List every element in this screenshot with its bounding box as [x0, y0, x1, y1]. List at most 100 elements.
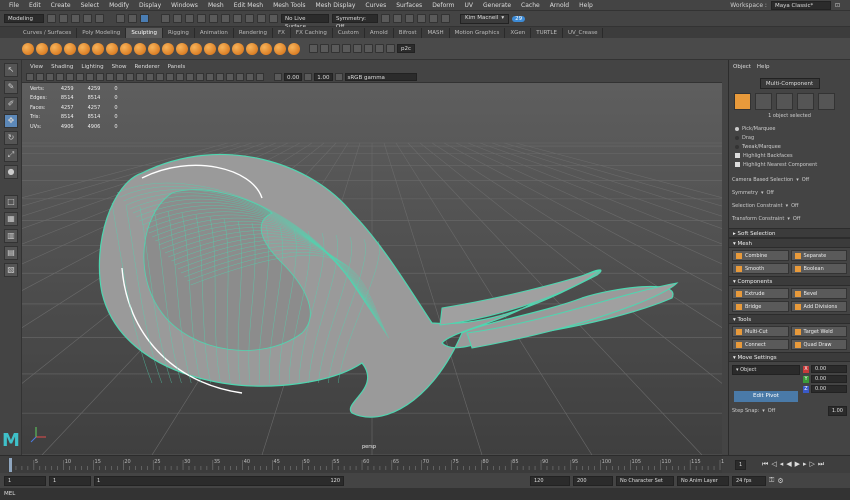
pick-marquee-option[interactable]: Pick/Marquee [735, 124, 850, 133]
mask-icon-2[interactable] [173, 14, 182, 23]
shelf-tab-custom[interactable]: Custom [333, 28, 365, 38]
quad-draw-button[interactable]: Quad Draw [790, 339, 847, 350]
menu-display[interactable]: Display [134, 2, 166, 9]
viewport-menu-show[interactable]: Show [108, 64, 131, 70]
viewport-menu-shading[interactable]: Shading [47, 64, 77, 70]
boolean-button[interactable]: Boolean [790, 263, 847, 274]
sculpt-brush-icon[interactable] [232, 42, 244, 55]
vertex-mode-icon[interactable] [755, 93, 772, 110]
file-save-icon[interactable] [71, 14, 80, 23]
auto-key-icon[interactable]: ⚿ [769, 476, 774, 485]
go-to-start-icon[interactable]: ⏮ [762, 460, 768, 469]
components-section-header[interactable]: ▾ Components [729, 276, 850, 286]
sculpt-brush-icon[interactable] [148, 42, 160, 55]
y-field[interactable]: 0.00 [811, 375, 847, 383]
command-line[interactable]: MEL [0, 488, 850, 500]
playback-end-field[interactable]: 120 [530, 475, 570, 486]
sculpt-tool-icon[interactable] [320, 44, 329, 53]
aa-icon[interactable] [206, 72, 214, 81]
end-time-field[interactable]: 200 [573, 475, 613, 486]
symmetry-dropdown[interactable]: Symmetry: Off [332, 14, 378, 30]
sculpt-brush-icon[interactable] [218, 42, 230, 55]
graph-view-icon[interactable]: ▤ [4, 246, 18, 260]
highlight-backfaces-checkbox[interactable]: Highlight Backfaces [735, 151, 850, 160]
fps-dropdown[interactable]: 24 fps [732, 475, 766, 486]
menu-uv[interactable]: UV [460, 2, 479, 9]
hypershade-icon[interactable] [429, 14, 438, 23]
play-backward-icon[interactable]: ◀ [786, 460, 791, 469]
camera-based-selection-row[interactable]: Camera Based Selection ▾ Off [732, 173, 850, 186]
move-tool-icon[interactable]: ✥ [4, 114, 18, 128]
sculpt-brush-icon[interactable] [190, 42, 202, 55]
ao-icon[interactable] [196, 72, 204, 81]
prefs-icon[interactable]: ⚙ [777, 477, 783, 485]
image-plane-icon[interactable] [56, 72, 64, 81]
viewport-persp[interactable] [22, 83, 722, 455]
camera-icon[interactable] [26, 72, 34, 81]
snap-plane-icon[interactable] [245, 14, 254, 23]
bookmark-icon[interactable] [46, 72, 54, 81]
shelf-tab-uv-crease[interactable]: UV_Crease [563, 28, 604, 38]
start-time-field[interactable]: 1 [4, 475, 46, 486]
shelf-tab-animation[interactable]: Animation [195, 28, 234, 38]
four-view-icon[interactable]: ▦ [4, 212, 18, 226]
live-surface-field[interactable]: No Live Surface [281, 14, 329, 30]
scale-tool-icon[interactable]: ⤢ [4, 148, 18, 162]
face-mode-icon[interactable] [797, 93, 814, 110]
smooth-shade-icon[interactable] [146, 72, 154, 81]
step-snap-row[interactable]: Step Snap: ▾ Off 1.00 [729, 402, 850, 416]
paint-select-tool-icon[interactable]: ✐ [4, 97, 18, 111]
sculpt-brush-icon[interactable] [36, 42, 48, 55]
lock-icon[interactable]: ⊡ [835, 2, 840, 9]
sculpt-brush-icon[interactable] [260, 42, 272, 55]
object-mode-icon[interactable] [734, 93, 751, 110]
multi-component-button[interactable]: Multi-Component [759, 78, 820, 89]
safe-action-icon[interactable] [116, 72, 124, 81]
bevel-button[interactable]: Bevel [790, 288, 847, 299]
menu-file[interactable]: File [4, 2, 24, 9]
color-management-icon[interactable] [334, 72, 343, 81]
sculpt-tool-icon[interactable] [386, 44, 395, 53]
sculpt-tool-icon[interactable] [375, 44, 384, 53]
snap-surface-icon[interactable] [257, 14, 266, 23]
menu-help[interactable]: Help [574, 2, 598, 9]
shelf-tab-mash[interactable]: MASH [422, 28, 450, 38]
xray-joints-icon[interactable] [246, 72, 254, 81]
menu-windows[interactable]: Windows [166, 2, 203, 9]
file-new-icon[interactable] [47, 14, 56, 23]
drag-option[interactable]: Drag [735, 133, 850, 142]
mask-icon[interactable] [161, 14, 170, 23]
combine-button[interactable]: Combine [732, 250, 789, 261]
current-frame-marker[interactable] [9, 458, 12, 472]
menu-surfaces[interactable]: Surfaces [391, 2, 427, 9]
connect-button[interactable]: Connect [732, 339, 789, 350]
add-divisions-button[interactable]: Add Divisions [790, 301, 847, 312]
selection-constraint-row[interactable]: Selection Constraint ▾ Off [732, 199, 850, 212]
shelf-tab-motion-graphics[interactable]: Motion Graphics [450, 28, 506, 38]
mask-icon-3[interactable] [185, 14, 194, 23]
shelf-tab-rendering[interactable]: Rendering [234, 28, 273, 38]
lights-icon[interactable] [176, 72, 184, 81]
sculpt-tool-icon[interactable] [342, 44, 351, 53]
camera-attr-icon[interactable] [36, 72, 44, 81]
extrude-button[interactable]: Extrude [732, 288, 789, 299]
gamma-field[interactable]: 1.00 [314, 72, 333, 81]
y-axis-icon[interactable]: Y [803, 375, 809, 383]
mesh-section-header[interactable]: ▾ Mesh [729, 238, 850, 248]
shelf-tab-fx[interactable]: FX [273, 28, 291, 38]
smooth-button[interactable]: Smooth [732, 263, 789, 274]
shelf-tab-turtle[interactable]: TURTLE [531, 28, 563, 38]
x-axis-icon[interactable]: X [803, 365, 809, 373]
resolution-gate-icon[interactable] [86, 72, 94, 81]
playback-start-field[interactable]: 1 [49, 475, 91, 486]
mode-dropdown[interactable]: Modeling [4, 14, 44, 23]
menu-generate[interactable]: Generate [478, 2, 516, 9]
mesh-model[interactable] [98, 153, 679, 418]
highlight-nearest-checkbox[interactable]: Highlight Nearest Component [735, 160, 850, 169]
viewport-menu-renderer[interactable]: Renderer [130, 64, 163, 70]
menu-mesh-display[interactable]: Mesh Display [311, 2, 361, 9]
move-settings-header[interactable]: ▾ Move Settings [729, 352, 850, 362]
menu-edit[interactable]: Edit [24, 2, 46, 9]
character-set-dropdown[interactable]: No Character Set [616, 475, 674, 486]
shelf-tab-rigging[interactable]: Rigging [163, 28, 195, 38]
